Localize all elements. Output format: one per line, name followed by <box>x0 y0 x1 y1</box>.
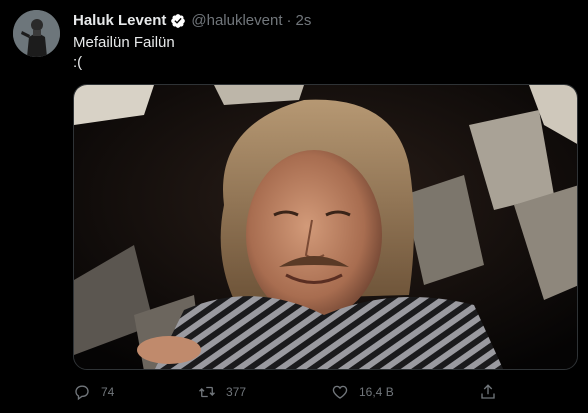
tweet-text-line: Mefailün Failün <box>73 34 175 51</box>
tweet[interactable]: Haluk Levent @halukl​event · 2s Mefailün… <box>0 0 588 413</box>
portrait-photo-image <box>74 85 577 369</box>
tweet-timestamp[interactable]: 2s <box>296 12 312 30</box>
like-count: 16,4 B <box>359 385 394 399</box>
share-button[interactable] <box>479 380 497 404</box>
author-handle[interactable]: @halukl​event <box>191 12 282 30</box>
share-icon <box>481 384 495 399</box>
heart-icon <box>332 385 348 399</box>
tweet-photo[interactable] <box>73 84 578 370</box>
avatar[interactable] <box>13 10 60 57</box>
reply-button[interactable]: 74 <box>73 380 114 404</box>
tweet-actions: 74 377 16,4 B <box>73 380 578 404</box>
tweet-text-line: :( <box>73 54 83 71</box>
reply-icon <box>75 385 89 401</box>
verified-badge-icon <box>170 13 186 29</box>
separator-dot: · <box>286 12 292 29</box>
reply-count: 74 <box>101 385 115 399</box>
retweet-icon <box>199 386 215 398</box>
author-name[interactable]: Haluk Levent <box>73 12 166 30</box>
retweet-count: 377 <box>226 385 247 399</box>
like-button[interactable]: 16,4 B <box>331 380 394 404</box>
retweet-button[interactable]: 377 <box>198 380 246 404</box>
tweet-header: Haluk Levent @halukl​event · 2s <box>73 12 311 30</box>
